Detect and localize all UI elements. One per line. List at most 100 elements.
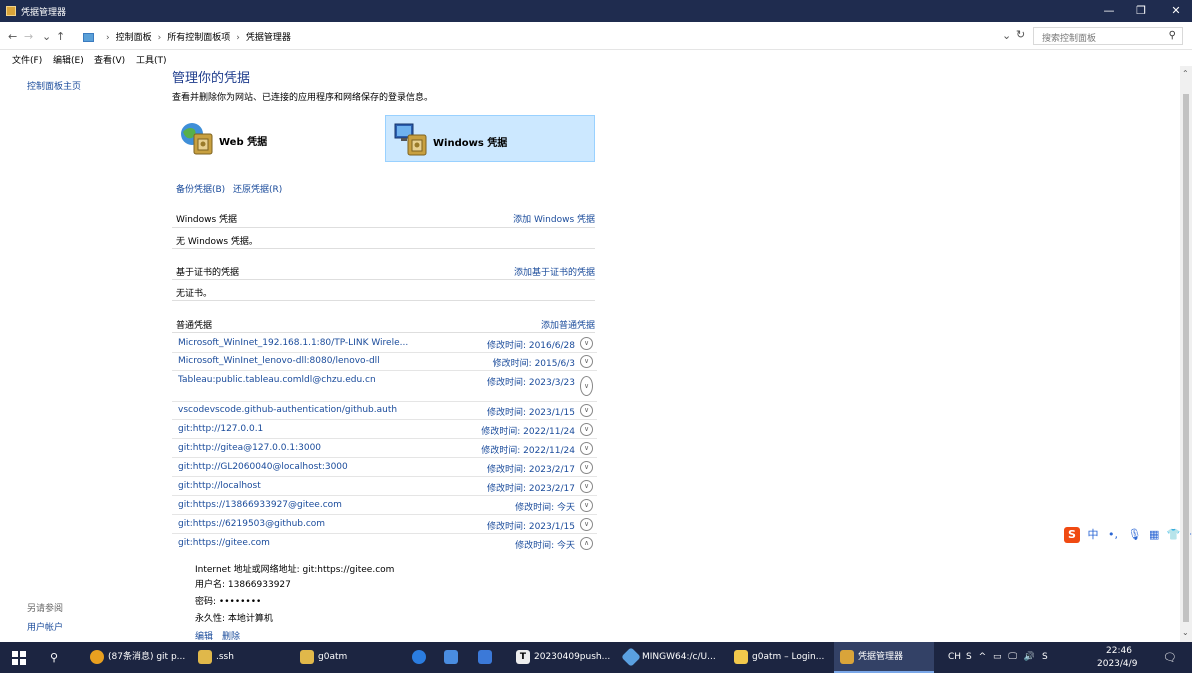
taskbar-item-app[interactable]	[444, 642, 470, 673]
expand-icon[interactable]: ∨	[580, 355, 593, 368]
taskbar-search-icon[interactable]: ⚲	[50, 642, 58, 673]
credential-row[interactable]: git:http://127.0.0.1 修改时间: 2022/11/24 ∨	[172, 420, 597, 439]
taskbar-item-label: g0atm	[318, 652, 348, 662]
ime-skin-icon[interactable]: 👕	[1167, 528, 1181, 541]
tray-language[interactable]: CH	[948, 642, 961, 673]
tray-time[interactable]: 22:46	[1106, 645, 1132, 657]
menu-file[interactable]: 文件(F)	[12, 53, 42, 66]
recent-locations-button[interactable]: ⌄	[42, 30, 51, 43]
certificate-section-title: 基于证书的凭据	[176, 268, 240, 278]
breadcrumb-credential-manager[interactable]: 凭据管理器	[246, 33, 291, 43]
divider	[172, 248, 595, 249]
scroll-up-icon[interactable]: ⌃	[1182, 69, 1189, 78]
credential-date: 修改时间: 2023/1/15	[486, 522, 575, 532]
credential-row[interactable]: Microsoft_WinInet_192.168.1.1:80/TP-LINK…	[172, 335, 597, 353]
delete-credential-link[interactable]: 删除	[222, 629, 240, 642]
credential-name: Tableau:public.tableau.comldl@chzu.edu.c…	[178, 375, 376, 385]
menu-tools[interactable]: 工具(T)	[136, 53, 167, 66]
edit-credential-link[interactable]: 编辑	[195, 629, 213, 642]
credential-date: 修改时间: 2023/2/17	[486, 465, 575, 475]
forward-button[interactable]: →	[24, 30, 33, 43]
taskbar-item-chrome[interactable]: (87条消息) git p...	[86, 642, 186, 673]
sidebar-control-panel-home[interactable]: 控制面板主页	[27, 79, 81, 92]
expand-icon[interactable]: ∨	[580, 461, 593, 474]
tray-date[interactable]: 2023/4/9	[1097, 658, 1137, 670]
maximize-button[interactable]: ❐	[1125, 0, 1157, 22]
divider	[172, 227, 595, 228]
taskbar-item-feishu[interactable]	[478, 642, 504, 673]
taskbar-item-g0atm-folder[interactable]: g0atm	[296, 642, 396, 673]
expand-icon[interactable]: ∨	[580, 480, 593, 493]
taskbar-item-credential-manager[interactable]: 凭据管理器	[834, 642, 934, 673]
expand-icon[interactable]: ∨	[580, 518, 593, 531]
detail-address: Internet 地址或网络地址: git:https://gitee.com	[195, 565, 395, 575]
credential-row[interactable]: git:http://localhost 修改时间: 2023/2/17 ∨	[172, 477, 597, 496]
scroll-down-icon[interactable]: ⌄	[1182, 628, 1189, 637]
start-button[interactable]	[12, 642, 26, 673]
breadcrumb-control-panel[interactable]: 控制面板	[116, 33, 152, 43]
divider	[172, 300, 595, 301]
ime-mic-icon[interactable]: 🎙	[1128, 528, 1142, 541]
expand-icon[interactable]: ∨	[580, 337, 593, 350]
add-certificate-credential-link[interactable]: 添加基于证书的凭据	[480, 265, 595, 278]
taskbar-item-label: g0atm – Login...	[752, 652, 825, 662]
notification-icon[interactable]: 🗨	[1163, 642, 1177, 673]
expand-icon[interactable]: ∨	[580, 376, 593, 396]
scrollbar-thumb[interactable]	[1183, 94, 1189, 622]
credential-row[interactable]: Microsoft_WinInet_lenovo-dll:8080/lenovo…	[172, 353, 597, 371]
back-button[interactable]: ←	[8, 30, 17, 43]
address-bar: ← → ⌄ ↑ › 控制面板 › 所有控制面板项 › 凭据管理器 ⌄ ↻ 搜索控制面板 ⚲	[0, 22, 1192, 50]
taskbar-item-edge[interactable]	[412, 642, 438, 673]
ime-mode[interactable]: 中	[1088, 528, 1099, 541]
tray-icons[interactable]: S ^ ▭ 🖵 🔊 S	[966, 642, 1050, 673]
add-generic-credential-link[interactable]: 添加普通凭据	[480, 318, 595, 331]
credential-row[interactable]: git:https://13866933927@gitee.com 修改时间: …	[172, 496, 597, 515]
expand-icon[interactable]: ∨	[580, 423, 593, 436]
minimize-button[interactable]: —	[1093, 0, 1125, 22]
windows-credentials-tab[interactable]: Windows 凭据	[385, 115, 595, 162]
detail-password: 密码: ••••••••	[195, 597, 262, 607]
credential-name: git:http://GL2060040@localhost:3000	[178, 462, 348, 472]
web-credentials-tab[interactable]: Web 凭据	[172, 115, 384, 162]
credential-date: 修改时间: 今天	[515, 541, 575, 551]
close-button[interactable]: ✕	[1160, 0, 1192, 22]
taskbar-item-mingw[interactable]: MINGW64:/c/U...	[620, 642, 725, 673]
windows-logo-icon	[12, 650, 26, 665]
backup-credentials-link[interactable]: 备份凭据(B)	[176, 182, 225, 195]
search-input[interactable]: 搜索控制面板 ⚲	[1033, 27, 1183, 45]
menu-edit[interactable]: 编辑(E)	[53, 53, 84, 66]
credential-row[interactable]: Tableau:public.tableau.comldl@chzu.edu.c…	[172, 371, 597, 402]
credential-row-expanded[interactable]: git:https://gitee.com 修改时间: 今天 ∧	[172, 534, 597, 553]
refresh-button[interactable]: ↻	[1016, 28, 1025, 41]
sogou-logo-icon[interactable]: S	[1064, 527, 1080, 543]
taskbar-item-pycharm[interactable]: g0atm – Login...	[730, 642, 830, 673]
expand-icon[interactable]: ∨	[580, 499, 593, 512]
credential-date: 修改时间: 今天	[515, 503, 575, 513]
expand-icon[interactable]: ∨	[580, 442, 593, 455]
credential-row[interactable]: git:http://gitea@127.0.0.1:3000 修改时间: 20…	[172, 439, 597, 458]
sidebar-user-accounts[interactable]: 用户帐户	[27, 620, 63, 633]
divider	[172, 279, 595, 280]
up-button[interactable]: ↑	[56, 30, 65, 43]
credential-row[interactable]: vscodevscode.github-authentication/githu…	[172, 402, 597, 420]
menu-view[interactable]: 查看(V)	[94, 53, 125, 66]
credential-row[interactable]: git:http://GL2060040@localhost:3000 修改时间…	[172, 458, 597, 477]
vertical-scrollbar[interactable]: ⌃ ⌄	[1180, 66, 1192, 642]
expand-icon[interactable]: ∨	[580, 404, 593, 417]
address-dropdown-button[interactable]: ⌄	[1002, 29, 1011, 42]
ime-toolbar[interactable]: S 中 •, 🎙 ▦ 👕 ⁘	[1064, 526, 1192, 543]
credential-row[interactable]: git:https://6219503@github.com 修改时间: 202…	[172, 515, 597, 534]
title-bar: 凭据管理器 — ❐ ✕	[0, 0, 1192, 22]
ime-grid-icon[interactable]: ⁘	[1188, 528, 1192, 541]
ime-punctuation-icon[interactable]: •,	[1108, 528, 1118, 541]
breadcrumb-all-items[interactable]: 所有控制面板项	[167, 33, 230, 43]
taskbar-item-typora[interactable]: T 20230409push...	[512, 642, 612, 673]
collapse-icon[interactable]: ∧	[580, 537, 593, 550]
restore-credentials-link[interactable]: 还原凭据(R)	[233, 182, 282, 195]
taskbar-item-ssh-folder[interactable]: .ssh	[194, 642, 289, 673]
add-windows-credential-link[interactable]: 添加 Windows 凭据	[480, 212, 595, 225]
credential-date: 修改时间: 2023/1/15	[486, 408, 575, 418]
credential-list: Microsoft_WinInet_192.168.1.1:80/TP-LINK…	[172, 335, 597, 553]
web-credentials-icon	[181, 123, 213, 155]
ime-keyboard-icon[interactable]: ▦	[1149, 528, 1159, 541]
